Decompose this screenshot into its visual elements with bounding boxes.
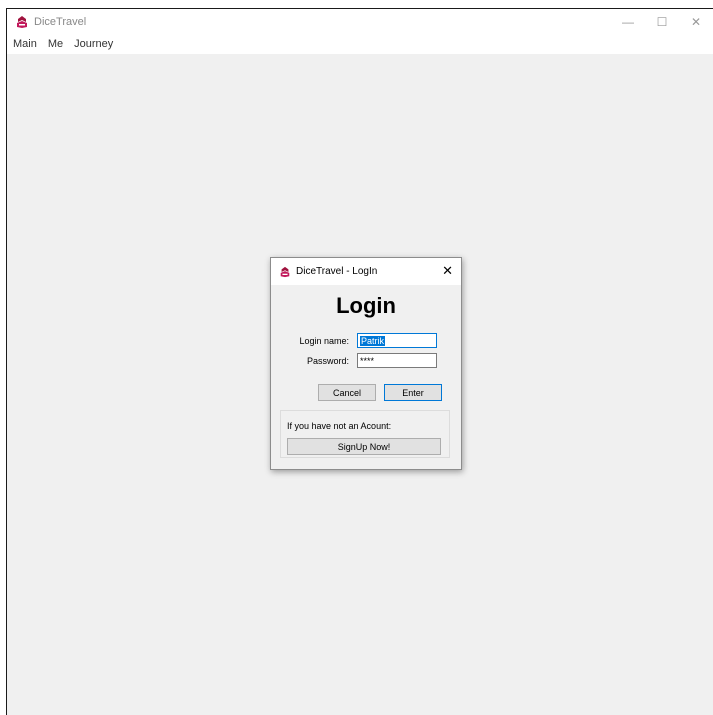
login-name-input[interactable]: Patrik [357, 333, 437, 348]
signup-button[interactable]: SignUp Now! [287, 438, 441, 455]
password-input[interactable]: **** [357, 353, 437, 368]
dialog-titlebar[interactable]: DiceTravel - LogIn ✕ [271, 258, 461, 285]
menu-bar: Main Me Journey [7, 34, 713, 54]
login-dialog: DiceTravel - LogIn ✕ Login Login name: P… [270, 257, 462, 470]
dialog-close-icon[interactable]: ✕ [442, 264, 453, 278]
cancel-button[interactable]: Cancel [318, 384, 376, 401]
password-value: **** [360, 355, 375, 366]
signup-group: If you have not an Acount: SignUp Now! [280, 410, 450, 458]
enter-button[interactable]: Enter [384, 384, 442, 401]
signup-prompt: If you have not an Acount: [287, 421, 392, 431]
menu-item-main[interactable]: Main [13, 38, 37, 50]
dice-icon [279, 266, 291, 278]
menu-item-journey[interactable]: Journey [74, 38, 113, 50]
password-label: Password: [306, 355, 349, 366]
menu-item-me[interactable]: Me [48, 38, 63, 50]
window-title: DiceTravel [34, 15, 87, 28]
close-button[interactable]: ✕ [679, 9, 713, 34]
login-name-value: Patrik [360, 335, 386, 346]
login-heading: Login [336, 293, 396, 318]
dialog-title: DiceTravel - LogIn [296, 266, 378, 277]
window-titlebar[interactable]: DiceTravel — ☐ ✕ [7, 9, 713, 34]
login-name-label: Login name: [299, 335, 349, 346]
dice-icon [15, 15, 29, 29]
maximize-button[interactable]: ☐ [645, 9, 679, 34]
minimize-button[interactable]: — [611, 9, 645, 34]
